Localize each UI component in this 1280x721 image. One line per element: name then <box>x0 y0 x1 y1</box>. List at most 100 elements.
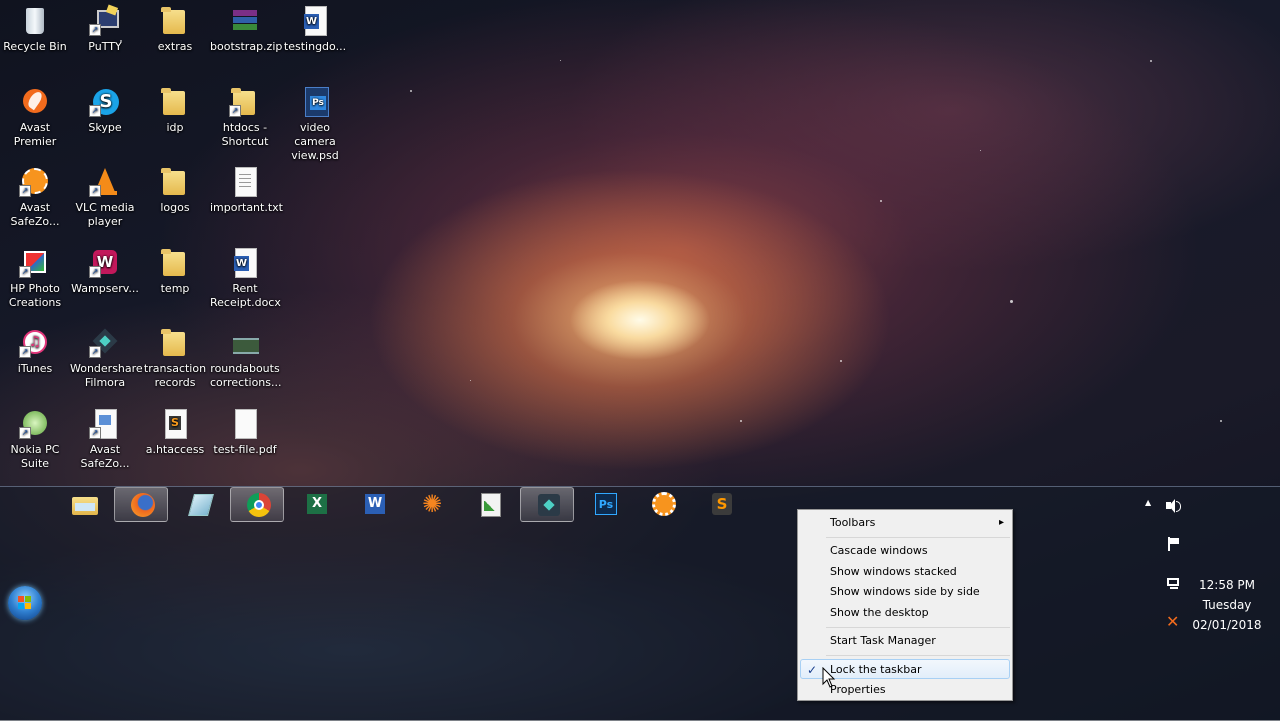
taskbar-item-photoshop[interactable]: Ps <box>578 487 632 522</box>
firefox-icon <box>130 492 156 518</box>
skype-icon: S ↗ <box>89 85 121 117</box>
menu-item-start-task-manager[interactable]: Start Task Manager <box>800 631 1010 651</box>
action-center-flag-icon[interactable] <box>1166 536 1182 552</box>
menu-item-toolbars[interactable]: Toolbars ▸ <box>800 513 1010 533</box>
clock-day: Tuesday <box>1202 598 1252 612</box>
desktop-icon-label: VLC media player <box>75 201 135 228</box>
avast-safezone-icon <box>651 491 677 517</box>
desktop-icon-wampserver[interactable]: W ↗ Wampserv... <box>70 246 140 296</box>
volume-icon[interactable] <box>1166 498 1182 514</box>
taskbar-item-chrome[interactable] <box>230 487 284 522</box>
taskbar-item-avast-safezone[interactable] <box>636 487 690 522</box>
desktop-icon-putty[interactable]: ↗ PuTTY <box>70 4 140 54</box>
pdf-file-icon <box>229 407 261 439</box>
desktop-icon-idp[interactable]: idp <box>140 85 210 135</box>
start-button[interactable] <box>8 586 42 620</box>
nokia-pc-suite-icon: ↗ <box>19 407 51 439</box>
taskbar-item-firefox[interactable] <box>114 487 168 522</box>
folder-icon <box>159 165 191 197</box>
desktop-icon-label: video camera view.psd <box>291 121 339 162</box>
desktop-icon-video-camera-psd[interactable]: Ps video camera view.psd <box>280 85 350 163</box>
desktop-icon-label: bootstrap.zip <box>210 40 283 53</box>
desktop-icon-skype[interactable]: S ↗ Skype <box>70 85 140 135</box>
chart-icon <box>477 491 503 517</box>
desktop-icon-important-txt[interactable]: important.txt <box>210 165 283 215</box>
desktop-icon-htdocs-shortcut[interactable]: ↗ htdocs - Shortcut <box>210 85 280 149</box>
desktop-icon-nokia-pc-suite[interactable]: ↗ Nokia PC Suite <box>0 407 70 471</box>
menu-item-cascade-windows[interactable]: Cascade windows <box>800 541 1010 561</box>
desktop-icon-label: transaction records <box>143 362 207 389</box>
desktop-icon-label: Recycle Bin <box>3 40 67 53</box>
desktop-icon-recycle-bin[interactable]: Recycle Bin <box>0 4 70 54</box>
desktop-icon-label: a.htaccess <box>145 443 205 456</box>
menu-item-label: Start Task Manager <box>830 634 936 647</box>
menu-item-show-the-desktop[interactable]: Show the desktop <box>800 603 1010 623</box>
clock-time: 12:58 PM <box>1199 578 1255 592</box>
avast-icon <box>19 85 51 117</box>
taskbar-item-burst-app[interactable]: ✺ <box>404 487 458 522</box>
chrome-icon <box>246 492 272 518</box>
desktop-icon-rent-receipt[interactable]: W Rent Receipt.docx <box>210 246 281 310</box>
mouse-cursor-icon <box>822 667 836 688</box>
avast-safezone-icon: ↗ <box>19 165 51 197</box>
desktop-icon-label: PuTTY <box>88 40 122 53</box>
desktop-icon-label: temp <box>160 282 190 295</box>
desktop-icon-bootstrap-zip[interactable]: bootstrap.zip <box>210 4 283 54</box>
desktop-icon-avast-safezone[interactable]: ↗ Avast SafeZo... <box>0 165 70 229</box>
taskbar-item-chart-app[interactable] <box>462 487 516 522</box>
taskbar-item-sublime-text[interactable]: S <box>694 487 748 522</box>
vlc-icon: ↗ <box>89 165 121 197</box>
desktop-icon-itunes[interactable]: ♫ ↗ iTunes <box>0 326 70 376</box>
taskbar-item-unknown-app[interactable] <box>172 487 226 522</box>
glass-app-icon <box>187 491 214 517</box>
network-icon[interactable] <box>1166 576 1182 592</box>
filmora-icon <box>536 492 562 518</box>
avast-tray-icon[interactable]: ✕ <box>1166 614 1182 630</box>
avast-safezone-shortcut-icon: ↗ <box>89 407 121 439</box>
filmora-icon: ↗ <box>89 326 121 358</box>
desktop-icon-label: test-file.pdf <box>213 443 277 456</box>
word-icon: W <box>361 491 387 517</box>
taskbar-item-file-explorer[interactable] <box>56 487 110 522</box>
taskbar-item-excel[interactable]: X <box>288 487 342 522</box>
desktop-icon-label: Skype <box>88 121 122 134</box>
desktop-icon-label: idp <box>166 121 184 134</box>
desktop-icon-label: Avast Premier <box>13 121 57 148</box>
desktop-icon-label: testingdo... <box>283 40 347 53</box>
desktop-icon-temp[interactable]: temp <box>140 246 210 296</box>
excel-icon: X <box>303 491 329 517</box>
video-file-icon <box>229 326 261 358</box>
menu-item-show-windows-stacked[interactable]: Show windows stacked <box>800 562 1010 582</box>
desktop-icon-label: Avast SafeZo... <box>80 443 130 470</box>
desktop-icon-roundabouts-corrections[interactable]: roundabouts corrections... <box>210 326 282 390</box>
taskbar-clock[interactable]: 12:58 PM Tuesday 02/01/2018 <box>1190 575 1264 635</box>
desktop-icon-wondershare-filmora[interactable]: ↗ Wondershare Filmora <box>70 326 143 390</box>
folder-icon <box>159 246 191 278</box>
winrar-archive-icon <box>229 4 261 36</box>
taskbar-item-filmora[interactable] <box>520 487 574 522</box>
show-hidden-icons-arrow[interactable]: ▲ <box>1145 498 1151 507</box>
wampserver-icon: W ↗ <box>89 246 121 278</box>
desktop-icon-vlc[interactable]: ↗ VLC media player <box>70 165 140 229</box>
menu-item-label: Properties <box>830 683 886 696</box>
menu-item-label: Cascade windows <box>830 544 928 557</box>
desktop-icon-testingdo[interactable]: W testingdo... <box>280 4 350 54</box>
desktop-icon-transaction-records[interactable]: transaction records <box>140 326 210 390</box>
desktop-icon-label: htdocs - Shortcut <box>221 121 269 148</box>
desktop-icon-htaccess[interactable]: S a.htaccess <box>140 407 210 457</box>
word-document-icon: W <box>299 4 331 36</box>
menu-item-show-windows-side-by-side[interactable]: Show windows side by side <box>800 582 1010 602</box>
desktop-icon-avast-premier[interactable]: Avast Premier <box>0 85 70 149</box>
desktop-icon-avast-safezone-2[interactable]: ↗ Avast SafeZo... <box>70 407 140 471</box>
desktop-icon-logos[interactable]: logos <box>140 165 210 215</box>
hp-photo-icon: ↗ <box>19 246 51 278</box>
desktop-icon-label: important.txt <box>210 201 283 214</box>
desktop-icon-extras[interactable]: extras <box>140 4 210 54</box>
taskbar-item-word[interactable]: W <box>346 487 400 522</box>
desktop-icon-label: iTunes <box>17 362 53 375</box>
menu-item-label: Show windows side by side <box>830 585 980 598</box>
desktop-icon-label: Wampserv... <box>71 282 139 295</box>
desktop-icon-test-file-pdf[interactable]: test-file.pdf <box>210 407 280 457</box>
desktop-icon-label: Nokia PC Suite <box>10 443 60 470</box>
desktop-icon-hp-photo-creations[interactable]: ↗ HP Photo Creations <box>0 246 70 310</box>
